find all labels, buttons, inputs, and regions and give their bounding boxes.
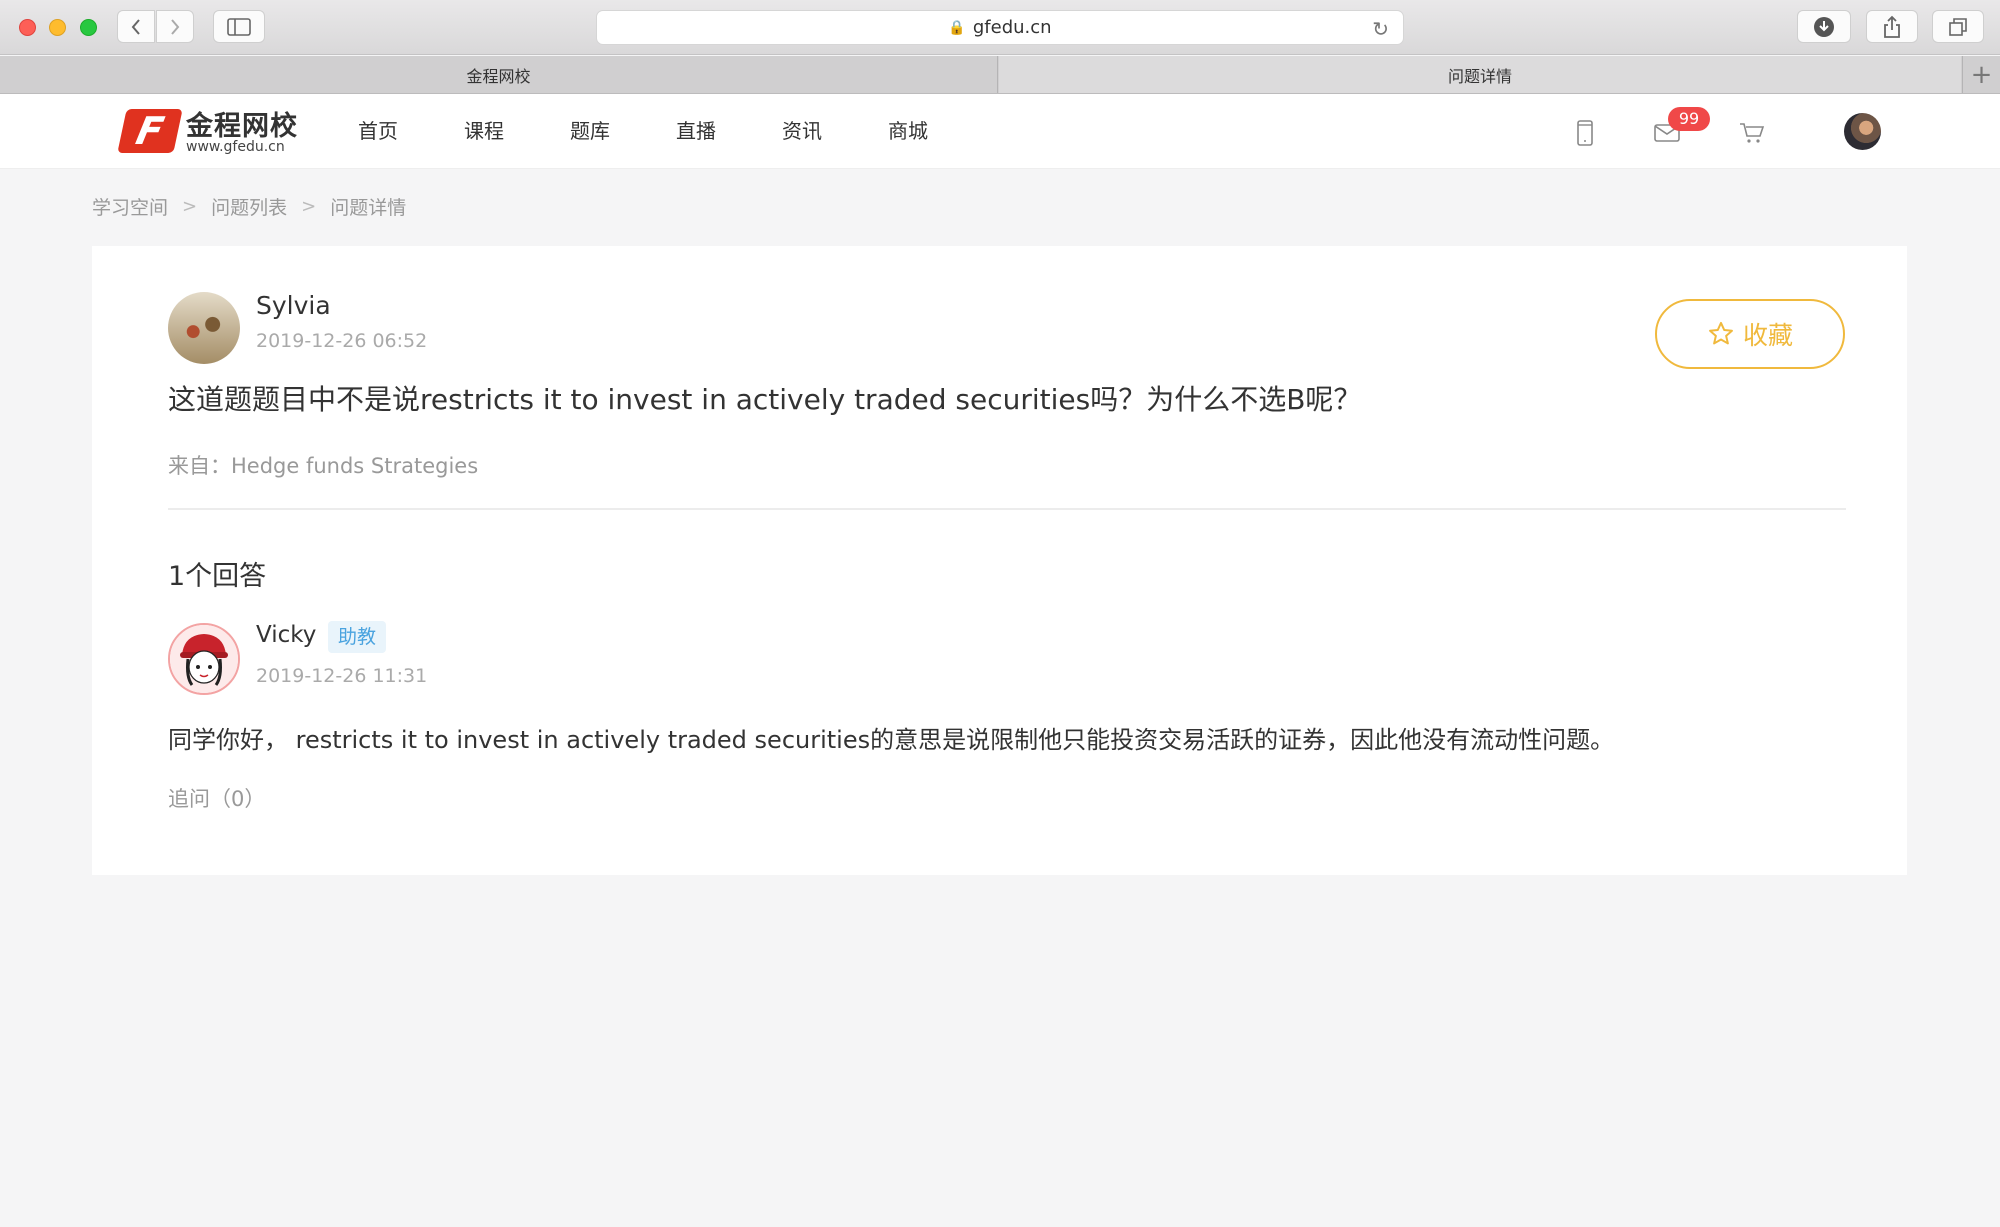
answer-count: 1个回答 — [168, 561, 267, 592]
nav-item-home[interactable]: 首页 — [358, 94, 464, 169]
show-tabs-button[interactable] — [1932, 10, 1984, 43]
logo-url: www.gfedu.cn — [186, 139, 285, 155]
followup-link[interactable]: 追问（0） — [168, 783, 265, 813]
breadcrumb-study-space[interactable]: 学习空间 — [92, 193, 168, 220]
answerer-name: Vicky — [256, 622, 317, 648]
breadcrumb-separator-icon: > — [301, 196, 317, 217]
tabs-overview-icon — [1949, 17, 1967, 36]
mobile-app-icon[interactable] — [1570, 118, 1600, 148]
nav-item-question-bank[interactable]: 题库 — [570, 94, 676, 169]
new-tab-button[interactable]: + — [1962, 56, 2000, 93]
sidebar-toggle-button[interactable] — [213, 10, 265, 43]
teaching-assistant-badge: 助教 — [328, 621, 387, 653]
forward-button[interactable] — [156, 10, 194, 43]
favorite-button[interactable]: 收藏 — [1655, 299, 1845, 369]
minimize-window-button[interactable] — [49, 19, 66, 36]
share-icon — [1884, 15, 1900, 38]
site-header: F 金程网校 www.gfedu.cn 首页 课程 题库 直播 资讯 商城 99 — [0, 94, 2000, 169]
back-button[interactable] — [117, 10, 155, 43]
breadcrumb: 学习空间 > 问题列表 > 问题详情 — [92, 193, 406, 220]
chevron-right-icon — [171, 18, 180, 35]
breadcrumb-separator-icon: > — [182, 196, 198, 217]
share-button[interactable] — [1866, 10, 1918, 43]
answerer-avatar — [168, 623, 240, 695]
question-source[interactable]: 来自：Hedge funds Strategies — [168, 450, 478, 480]
nav-item-courses[interactable]: 课程 — [464, 94, 570, 169]
breadcrumb-question-detail: 问题详情 — [330, 197, 407, 219]
asker-name: Sylvia — [256, 291, 331, 320]
chevron-left-icon — [131, 18, 140, 35]
answer-time: 2019-12-26 11:31 — [256, 665, 428, 687]
user-avatar[interactable] — [1844, 113, 1881, 150]
logo-name: 金程网校 — [186, 111, 298, 142]
sidebar-icon — [227, 17, 251, 36]
tab-question-detail[interactable]: 问题详情 — [999, 56, 1961, 93]
browser-titlebar: 🔒 gfedu.cn ↻ — [0, 0, 2000, 55]
site-logo[interactable]: F 金程网校 www.gfedu.cn — [117, 106, 297, 158]
address-bar[interactable]: 🔒 gfedu.cn ↻ — [596, 10, 1404, 45]
lock-icon: 🔒 — [948, 19, 966, 36]
reload-icon[interactable]: ↻ — [1372, 17, 1389, 41]
question-card: Sylvia 2019-12-26 06:52 收藏 这道题题目中不是说rest… — [92, 246, 1907, 875]
logo-mark-icon: F — [117, 109, 183, 153]
main-nav: 首页 课程 题库 直播 资讯 商城 — [358, 94, 994, 169]
asker-avatar — [168, 292, 240, 364]
nav-item-live[interactable]: 直播 — [676, 94, 782, 169]
favorite-label: 收藏 — [1742, 321, 1793, 350]
cart-icon[interactable] — [1737, 118, 1767, 148]
download-button[interactable] — [1797, 10, 1851, 43]
nav-item-mall[interactable]: 商城 — [888, 94, 994, 169]
message-count-badge: 99 — [1668, 107, 1710, 131]
answer-text: 同学你好， restricts it to invest in actively… — [168, 726, 1615, 754]
star-icon — [1709, 321, 1733, 345]
question-time: 2019-12-26 06:52 — [256, 330, 428, 352]
divider — [168, 508, 1846, 510]
breadcrumb-question-list[interactable]: 问题列表 — [211, 193, 287, 220]
url-text: gfedu.cn — [972, 17, 1052, 38]
zoom-window-button[interactable] — [80, 19, 97, 36]
tab-home[interactable]: 金程网校 — [0, 56, 998, 93]
close-window-button[interactable] — [19, 19, 36, 36]
download-icon — [1814, 16, 1834, 37]
tab-bar: 金程网校 问题详情 + — [0, 56, 2000, 94]
nav-item-news[interactable]: 资讯 — [782, 94, 888, 169]
question-text: 这道题题目中不是说restricts it to invest in activ… — [168, 383, 1362, 416]
